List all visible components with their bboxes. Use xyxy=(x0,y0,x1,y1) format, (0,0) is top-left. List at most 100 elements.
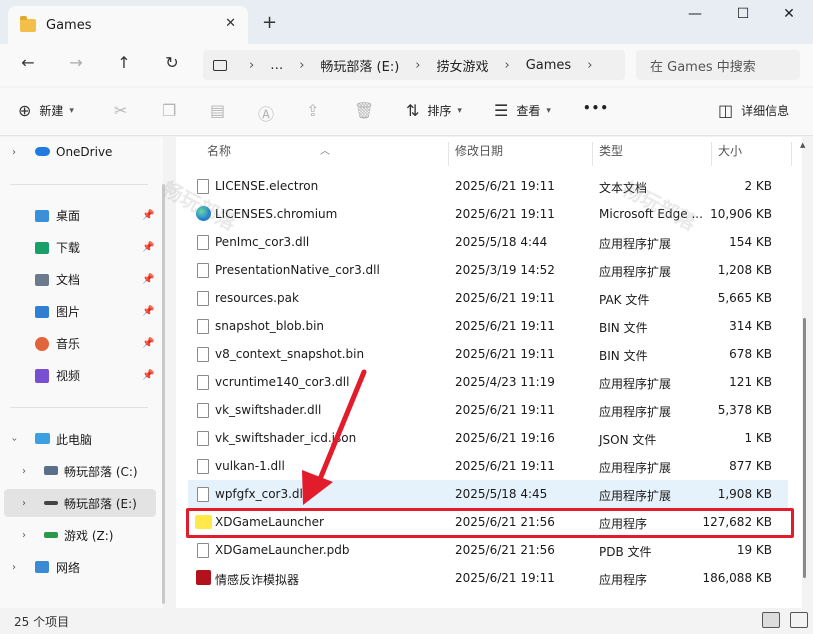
sidebar-item-onedrive[interactable]: › OneDrive xyxy=(0,138,160,166)
file-name: vk_swiftshader.dll xyxy=(215,403,322,417)
chevron-right-icon: › xyxy=(587,57,593,73)
file-date: 2025/6/21 19:11 xyxy=(455,571,555,585)
table-row[interactable]: XDGameLauncher.pdb 2025/6/21 21:56 PDB 文件 1… xyxy=(188,536,788,564)
file-size: 2 KB xyxy=(744,179,772,193)
column-size[interactable]: 大小 xyxy=(718,142,742,159)
sidebar-item-music[interactable]: 音乐 📌 xyxy=(0,329,160,357)
navigation-pane: › OneDrive 桌面 📌 下载 📌 文档 📌 图片 📌 音乐 📌 视频 📌… xyxy=(0,137,165,608)
breadcrumb-drive-e[interactable]: 畅玩部落 (E:) xyxy=(320,56,399,75)
sidebar-item-network[interactable]: › 网络 xyxy=(0,553,160,581)
address-bar[interactable]: › … › 畅玩部落 (E:) › 捞女游戏 › Games › xyxy=(203,50,625,80)
column-date[interactable]: 修改日期 xyxy=(455,142,503,159)
table-row[interactable]: vk_swiftshader_icd.json 2025/6/21 19:16 JS… xyxy=(188,424,788,452)
table-row[interactable]: vk_swiftshader.dll 2025/6/21 19:11 应用程序扩展 5… xyxy=(188,396,788,424)
share-icon[interactable]: ⇪ xyxy=(306,101,319,120)
breadcrumb-folder[interactable]: 捞女游戏 xyxy=(436,56,488,75)
file-icon xyxy=(197,459,209,474)
file-type: BIN 文件 xyxy=(599,349,648,363)
cut-icon[interactable]: ✂ xyxy=(114,101,127,120)
minimize-button[interactable]: — xyxy=(680,6,710,26)
sidebar-item-drive-c[interactable]: › 畅玩部落 (C:) xyxy=(0,457,160,485)
command-bar: ⊕ 新建 ▾ ✂ ❐ ▤ Ⓐ ⇪ 🗑 ⇅ 排序 ▾ ☰ 查看 ▾ ••• ◫ 详… xyxy=(0,88,813,136)
file-list-scrollbar[interactable] xyxy=(803,318,806,578)
file-date: 2025/6/21 19:11 xyxy=(455,403,555,417)
desktop-icon xyxy=(35,210,49,222)
sidebar-label: 桌面 xyxy=(56,208,81,223)
table-row[interactable]: wpfgfx_cor3.dll 2025/5/18 4:45 应用程序扩展 1,908… xyxy=(188,480,788,508)
sidebar-item-desktop[interactable]: 桌面 📌 xyxy=(0,201,160,229)
tiles-view-button[interactable] xyxy=(790,612,808,628)
table-row[interactable]: snapshot_blob.bin 2025/6/21 19:11 BIN 文件 31… xyxy=(188,312,788,340)
file-date: 2025/6/21 19:11 xyxy=(455,347,555,361)
copy-icon[interactable]: ❐ xyxy=(162,101,176,120)
up-button[interactable]: ↑ xyxy=(112,53,136,75)
download-icon xyxy=(35,242,49,254)
file-date: 2025/6/21 19:11 xyxy=(455,459,555,473)
table-row[interactable]: vulkan-1.dll 2025/6/21 19:11 应用程序扩展 877 KB xyxy=(188,452,788,480)
app-icon xyxy=(196,570,211,585)
maximize-button[interactable]: ☐ xyxy=(728,6,758,26)
table-row[interactable]: LICENSE.electron 2025/6/21 19:11 文本文档 2 KB xyxy=(188,172,788,200)
more-options-button[interactable]: ••• xyxy=(583,101,609,115)
table-row[interactable]: 情感反诈模拟器 2025/6/21 19:11 应用程序 186,088 KB xyxy=(188,564,788,592)
scroll-up-icon[interactable]: ▲ xyxy=(800,141,805,149)
item-count: 25 个项目 xyxy=(14,615,70,629)
tab-close-icon[interactable]: ✕ xyxy=(225,16,236,31)
pin-icon[interactable]: 📌 xyxy=(142,338,154,349)
file-size: 19 KB xyxy=(736,543,772,557)
file-type: PDB 文件 xyxy=(599,545,652,559)
forward-button[interactable]: → xyxy=(64,53,88,75)
table-row[interactable]: PenImc_cor3.dll 2025/5/18 4:44 应用程序扩展 154 K… xyxy=(188,228,788,256)
sidebar-item-videos[interactable]: 视频 📌 xyxy=(0,361,160,389)
column-divider[interactable] xyxy=(711,142,712,166)
pin-icon[interactable]: 📌 xyxy=(142,306,154,317)
search-input[interactable]: 在 Games 中搜索 xyxy=(636,50,800,80)
delete-icon[interactable]: 🗑 xyxy=(354,101,374,120)
breadcrumb-overflow[interactable]: … xyxy=(270,58,283,73)
sidebar-item-downloads[interactable]: 下载 📌 xyxy=(0,233,160,261)
refresh-button[interactable]: ↻ xyxy=(160,53,184,75)
sidebar-label: 视频 xyxy=(56,368,81,383)
chevron-right-icon: › xyxy=(12,146,16,158)
column-type[interactable]: 类型 xyxy=(599,142,623,159)
paste-icon[interactable]: ▤ xyxy=(210,101,225,120)
breadcrumb-games[interactable]: Games xyxy=(526,58,571,73)
file-size: 121 KB xyxy=(729,375,772,389)
details-pane-button[interactable]: ◫ 详细信息 xyxy=(718,101,789,120)
pin-icon[interactable]: 📌 xyxy=(142,242,154,253)
details-view-button[interactable] xyxy=(762,612,780,628)
new-tab-button[interactable]: + xyxy=(262,12,277,33)
tab-games[interactable]: Games ✕ xyxy=(8,6,248,44)
sidebar-item-pictures[interactable]: 图片 📌 xyxy=(0,297,160,325)
back-button[interactable]: ← xyxy=(16,53,40,75)
sort-button[interactable]: ⇅ 排序 ▾ xyxy=(406,101,462,120)
sidebar-item-documents[interactable]: 文档 📌 xyxy=(0,265,160,293)
table-row[interactable]: PresentationNative_cor3.dll 2025/3/19 14:… xyxy=(188,256,788,284)
sort-ascending-icon: ︿ xyxy=(320,146,330,157)
new-button[interactable]: ⊕ 新建 ▾ xyxy=(18,101,74,120)
file-icon xyxy=(197,543,209,558)
table-row[interactable]: v8_context_snapshot.bin 2025/6/21 19:11 BI… xyxy=(188,340,788,368)
sidebar-item-drive-z[interactable]: › 游戏 (Z:) xyxy=(0,521,160,549)
file-name: vk_swiftshader_icd.json xyxy=(215,431,357,445)
file-type: 应用程序扩展 xyxy=(599,405,672,419)
column-divider[interactable] xyxy=(592,142,593,166)
pin-icon[interactable]: 📌 xyxy=(142,274,154,285)
pin-icon[interactable]: 📌 xyxy=(142,210,154,221)
sidebar-item-this-pc[interactable]: › 此电脑 xyxy=(0,425,160,453)
table-row[interactable]: vcruntime140_cor3.dll 2025/4/23 11:19 应用程序… xyxy=(188,368,788,396)
pin-icon[interactable]: 📌 xyxy=(142,370,154,381)
column-divider[interactable] xyxy=(791,142,792,166)
sidebar-scrollbar[interactable] xyxy=(162,184,165,604)
sidebar-item-drive-e[interactable]: › 畅玩部落 (E:) xyxy=(4,489,156,517)
plus-icon: ⊕ xyxy=(18,101,32,120)
file-date: 2025/5/18 4:44 xyxy=(455,235,548,249)
rename-icon[interactable]: Ⓐ xyxy=(258,101,274,125)
file-name: PenImc_cor3.dll xyxy=(215,235,310,249)
view-button[interactable]: ☰ 查看 ▾ xyxy=(494,101,551,120)
column-divider[interactable] xyxy=(448,142,449,166)
column-name[interactable]: 名称 xyxy=(207,142,231,159)
close-window-button[interactable]: ✕ xyxy=(774,6,804,26)
table-row[interactable]: resources.pak 2025/6/21 19:11 PAK 文件 5,665 … xyxy=(188,284,788,312)
chevron-right-icon: › xyxy=(22,529,26,541)
